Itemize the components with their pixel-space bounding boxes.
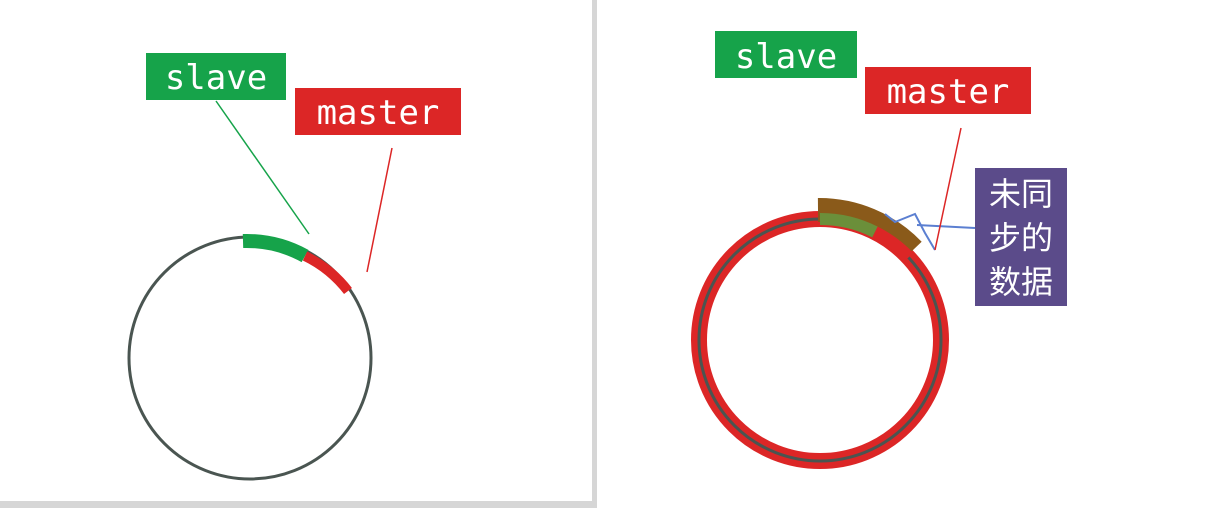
right-panel: slave master 未同 步的 数据 xyxy=(597,0,1205,508)
master-leader-line xyxy=(366,147,393,273)
left-panel: slave master xyxy=(0,0,592,508)
unsynced-line-2: 步的 xyxy=(989,219,1053,257)
unsynced-line-3: 数据 xyxy=(989,263,1053,301)
slave-offset-arc xyxy=(242,233,309,263)
master-label: master xyxy=(317,93,440,133)
master-offset-arc xyxy=(302,251,352,295)
brace-pointer-line xyxy=(916,224,976,229)
unsynced-line-1: 未同 xyxy=(989,175,1053,213)
left-bottom-rule xyxy=(0,501,597,508)
left-diagram-svg: slave master xyxy=(127,53,461,481)
slave-label: slave xyxy=(165,58,267,98)
master-label: master xyxy=(887,72,1010,112)
master-leader-line xyxy=(934,127,962,251)
slave-label: slave xyxy=(735,37,837,77)
replication-diagram: slave master slave master 未同 步的 数据 xyxy=(0,0,1205,508)
right-diagram-svg: slave master 未同 步的 数据 xyxy=(691,31,1067,469)
